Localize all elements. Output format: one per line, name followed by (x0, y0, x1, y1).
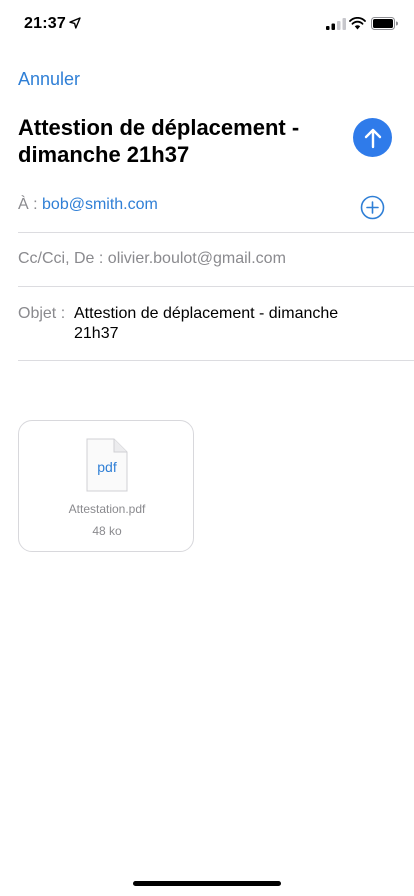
send-button[interactable] (353, 118, 392, 157)
arrow-up-icon (364, 128, 381, 148)
status-time: 21:37 (24, 15, 66, 32)
signal-icon (326, 18, 346, 30)
attachment-card[interactable]: pdf Attestation.pdf 48 ko (18, 420, 194, 552)
to-recipient[interactable]: bob@smith.com (42, 196, 158, 213)
cancel-button[interactable]: Annuler (18, 69, 80, 90)
cc-from-field[interactable]: Cc/Cci, De : olivier.boulot@gmail.com (18, 250, 414, 268)
location-arrow-icon (69, 17, 81, 29)
divider (18, 286, 414, 287)
divider (18, 232, 414, 233)
home-indicator[interactable] (133, 881, 281, 886)
wifi-icon (349, 17, 366, 30)
pdf-icon-label: pdf (97, 459, 117, 475)
to-label: À : (18, 196, 38, 213)
attachment-size: 48 ko (92, 524, 122, 538)
compose-title: Attestion de déplacement - dimanche 21h3… (18, 115, 300, 167)
attachment-name: Attestation.pdf (68, 502, 146, 516)
subject-label: Objet : (18, 305, 66, 322)
from-address: olivier.boulot@gmail.com (107, 250, 286, 267)
to-field[interactable]: À : bob@smith.com (18, 196, 414, 214)
plus-circle-icon (360, 195, 385, 220)
cc-label: Cc/Cci, De : (18, 250, 104, 267)
add-contact-button[interactable] (360, 195, 385, 220)
battery-icon (371, 17, 398, 30)
divider (18, 360, 414, 361)
subject-value[interactable]: Attestion de déplacement - dimanche 21h3… (74, 304, 374, 344)
mail-compose-screen: 21:37 Annuler Attestion de déplacement -… (0, 0, 414, 896)
status-bar: 21:37 (0, 0, 414, 48)
subject-field[interactable]: Objet : Attestion de déplacement - diman… (18, 304, 414, 344)
